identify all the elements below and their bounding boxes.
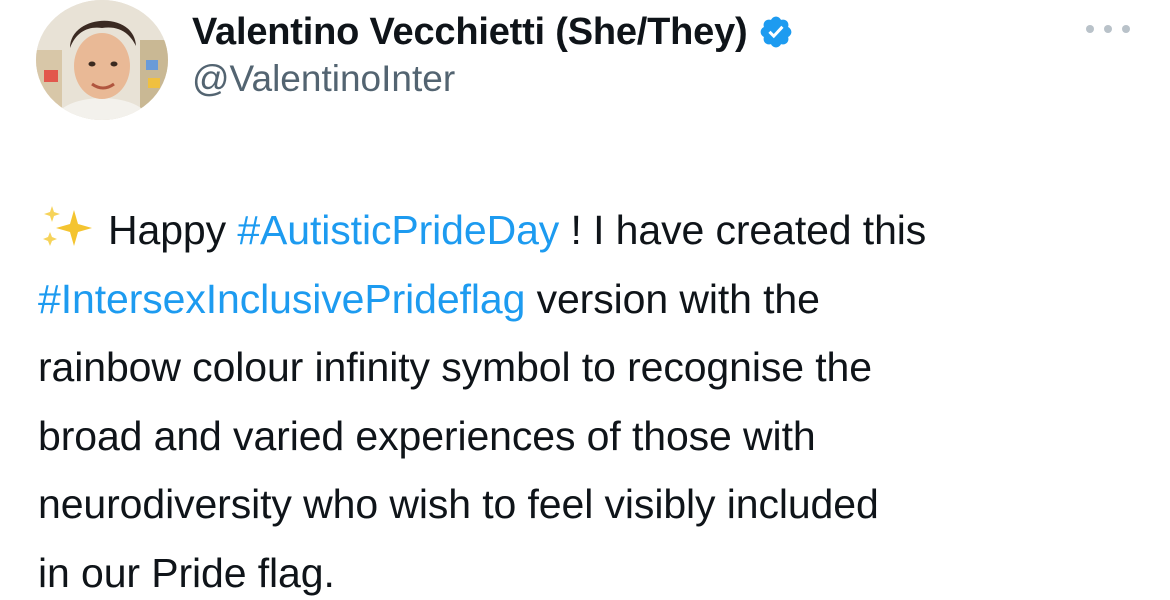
author-name-row: Valentino Vecchietti (She/They) xyxy=(192,6,794,58)
more-options-icon-dot xyxy=(1122,25,1130,33)
tweet-line: neurodiversity who wish to feel visibly … xyxy=(38,481,879,527)
tweet-line: in our Pride flag. xyxy=(38,549,335,596)
author-avatar[interactable] xyxy=(36,0,168,120)
sparkles-icon xyxy=(38,202,96,248)
tweet-card: Valentino Vecchietti (She/They) @Valenti… xyxy=(0,0,1170,600)
more-options-icon-dot xyxy=(1104,25,1112,33)
tweet-text-segment: Happy xyxy=(108,207,238,253)
tweet-line: #IntersexInclusivePrideflag version with… xyxy=(38,265,1148,334)
more-options-button[interactable] xyxy=(1086,14,1130,44)
tweet-text-segment: ! I have created this xyxy=(559,207,927,253)
tweet-line: rainbow colour infinity symbol to recogn… xyxy=(38,344,872,390)
tweet-line: Happy #AutisticPrideDay ! I have created… xyxy=(38,196,1148,265)
more-options-icon xyxy=(1086,25,1094,33)
verified-badge-icon[interactable] xyxy=(758,14,794,50)
tweet-text: Happy #AutisticPrideDay ! I have created… xyxy=(38,196,1148,600)
tweet-text-segment: version with the xyxy=(525,275,820,322)
author-handle[interactable]: @ValentinoInter xyxy=(192,58,455,100)
avatar-photo-icon xyxy=(36,0,168,120)
hashtag-link[interactable]: #IntersexInclusivePrideflag xyxy=(38,276,525,322)
tweet-line: broad and varied experiences of those wi… xyxy=(38,412,816,459)
hashtag-link[interactable]: #AutisticPrideDay xyxy=(237,207,559,253)
author-display-name[interactable]: Valentino Vecchietti (She/They) xyxy=(192,11,748,54)
